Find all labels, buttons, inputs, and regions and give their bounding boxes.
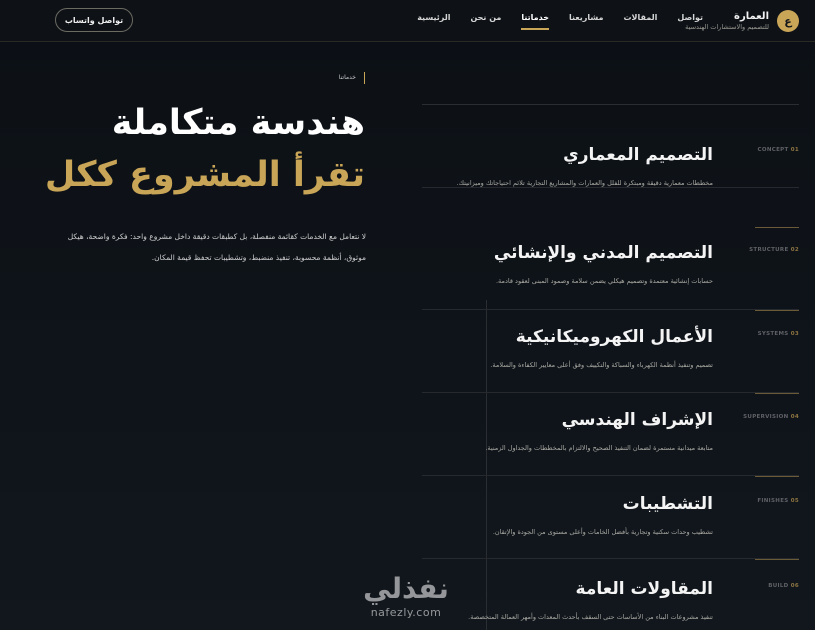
service-code-label: FINISHES [757,498,789,504]
service-code: STRUCTURE 02 [709,247,799,253]
service-item-architecture[interactable]: التصميم المعماري مخططات معمارية دقيقة وم… [422,105,799,188]
nav-item-services[interactable]: خدماتنا [521,13,549,30]
service-item-supervision[interactable]: الإشراف الهندسي متابعة ميدانية مستمرة لض… [422,393,799,476]
hero-description: لا نتعامل مع الخدمات كقائمة منفصلة، بل ك… [67,232,366,262]
whatsapp-contact-button[interactable]: تواصل واتساب [55,8,133,32]
service-code: SYSTEMS 03 [709,331,799,337]
service-title: الإشراف الهندسي [561,410,713,430]
watermark-latin: nafezly.com [370,606,442,619]
service-description: تشطيب وحدات سكنية وتجارية بأفضل الخامات … [492,528,713,536]
nav-item-about[interactable]: من نحن [470,13,501,28]
services-list: التصميم المعماري مخططات معمارية دقيقة وم… [422,104,799,630]
service-title: التشطيبات [622,494,713,514]
service-item-structural[interactable]: التصميم المدني والإنشائي حسابات إنشائية … [422,227,799,310]
service-description: تنفيذ مشروعات البناء من الأساسات حتى الس… [468,613,713,621]
section-tag: خدماتنا [300,72,365,84]
service-code: SUPERVISION 04 [709,414,799,420]
service-code-number: 01 [790,147,799,153]
service-code: FINISHES 05 [709,498,799,504]
hero-title-line2: تقرأ المشروع ككل [44,155,365,195]
service-code-number: 05 [790,498,799,504]
gold-accent-line [755,559,799,560]
hero-title-line1: هندسة متكاملة [111,103,365,143]
service-item-contracting[interactable]: المقاولات العامة تنفيذ مشروعات البناء من… [422,559,799,630]
main-nav: الرئيسية من نحن خدماتنا مشاريعنا المقالا… [417,13,703,30]
gold-accent-line [755,310,799,311]
service-code-label: SUPERVISION [743,414,789,420]
gold-accent-line [755,393,799,394]
service-description: حسابات إنشائية معتمدة وتصميم هيكلي يضمن … [495,277,713,285]
service-title: التصميم المعماري [563,145,713,165]
service-code-label: BUILD [768,583,789,589]
nav-item-contact[interactable]: تواصل [677,13,703,28]
service-code-label: SYSTEMS [757,331,789,337]
nav-item-articles[interactable]: المقالات [623,13,657,28]
service-title: التصميم المدني والإنشائي [493,243,713,263]
service-code-number: 04 [790,414,799,420]
watermark-arabic: نفذلي [363,572,449,605]
nav-item-projects[interactable]: مشاريعنا [569,13,604,28]
service-description: مخططات معمارية دقيقة ومبتكرة للفلل والعم… [456,179,713,187]
service-code-number: 02 [790,247,799,253]
service-description: متابعة ميدانية مستمرة لضمان التنفيذ الصح… [485,444,713,452]
service-code: BUILD 06 [709,583,799,589]
gold-accent-line [755,227,799,228]
service-code: CONCEPT 01 [709,147,799,153]
watermark-logo: نفذلي nafezly.com [356,572,456,630]
service-code-number: 06 [790,583,799,589]
service-description: تصميم وتنفيذ أنظمة الكهرباء والسباكة وال… [490,361,713,369]
service-item-finishes[interactable]: التشطيبات تشطيب وحدات سكنية وتجارية بأفض… [422,476,799,559]
service-item-mep[interactable]: الأعمال الكهروميكانيكية تصميم وتنفيذ أنظ… [422,310,799,393]
service-title: المقاولات العامة [575,579,713,599]
service-code-label: STRUCTURE [749,247,789,253]
site-header: ع العمارة للتصميم والاستشارات الهندسية ا… [0,0,815,42]
brand-badge-icon: ع [777,10,799,32]
service-code-label: CONCEPT [757,147,789,153]
service-title: الأعمال الكهروميكانيكية [515,327,713,347]
service-code-number: 03 [790,331,799,337]
gold-accent-line [755,476,799,477]
nav-item-home[interactable]: الرئيسية [417,13,450,28]
